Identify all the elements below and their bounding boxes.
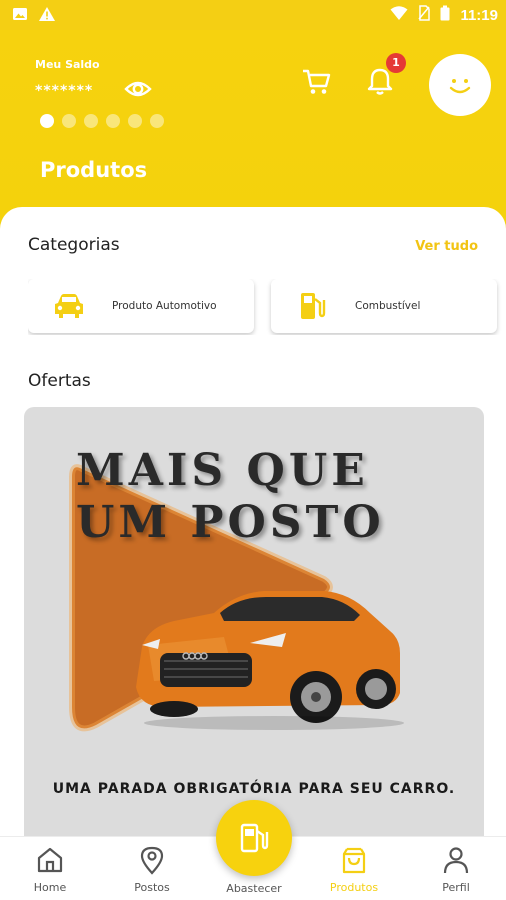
location-pin-icon (140, 846, 164, 875)
car-icon (52, 293, 86, 319)
banner-caption: UMA PARADA OBRIGATÓRIA PARA SEU CARRO. (52, 781, 456, 797)
carousel-dot[interactable] (84, 114, 98, 128)
fuel-pump-icon (295, 291, 329, 321)
status-bar: 11:19 (0, 0, 506, 30)
category-card-fuel[interactable]: Combustível (271, 279, 497, 333)
person-icon (443, 847, 469, 874)
fuel-pump-icon (240, 823, 269, 853)
balance-carousel-indicator[interactable] (40, 114, 164, 128)
balance-value: ******* (35, 83, 94, 99)
shopping-bag-icon (342, 847, 366, 874)
cart-icon[interactable] (302, 68, 332, 100)
eye-icon[interactable] (124, 77, 152, 105)
carousel-dot[interactable] (106, 114, 120, 128)
warning-icon (38, 6, 56, 26)
banner-headline: MAIS QUE UM POSTO (76, 445, 385, 549)
nav-label: Produtos (329, 881, 379, 894)
refuel-fab-button[interactable] (216, 800, 292, 876)
home-icon (37, 847, 63, 873)
category-card-automotive[interactable]: Produto Automotivo (28, 279, 254, 333)
nav-produtos[interactable]: Produtos (314, 845, 394, 894)
carousel-dot[interactable] (40, 114, 54, 128)
nav-label: Home (33, 881, 67, 894)
wifi-icon (390, 5, 408, 25)
nav-perfil[interactable]: Perfil (416, 845, 496, 894)
offers-title: Ofertas (28, 371, 91, 391)
carousel-dot[interactable] (150, 114, 164, 128)
offer-banner[interactable]: MAIS QUE UM POSTO UMA PARADA OBRIGATÓRIA… (24, 407, 484, 847)
image-notification-icon (12, 6, 28, 26)
nav-home[interactable]: Home (10, 845, 90, 894)
header: Meu Saldo ******* 1 Produtos (0, 30, 506, 230)
banner-headline-line1: MAIS QUE (76, 445, 369, 496)
status-clock: 11:19 (460, 6, 498, 24)
avatar[interactable] (429, 54, 491, 116)
banner-headline-line2: UM POSTO (76, 497, 385, 548)
category-label: Produto Automotivo (112, 300, 217, 312)
balance-label: Meu Saldo (35, 58, 100, 71)
categories-list[interactable]: Produto Automotivo Combustível (28, 279, 506, 335)
nav-label: Perfil (442, 881, 470, 894)
main-content: Categorias Ver tudo Produto Automotivo C… (0, 207, 506, 900)
smiley-icon (449, 79, 471, 94)
refuel-label: Abastecer (226, 882, 282, 895)
nav-label: Postos (134, 881, 170, 894)
notification-badge: 1 (386, 53, 406, 73)
see-all-link[interactable]: Ver tudo (415, 239, 478, 254)
no-sim-icon (418, 5, 431, 25)
page-title: Produtos (40, 158, 148, 182)
nav-postos[interactable]: Postos (112, 845, 192, 894)
carousel-dot[interactable] (62, 114, 76, 128)
carousel-dot[interactable] (128, 114, 142, 128)
category-label: Combustível (355, 300, 421, 312)
battery-icon (440, 5, 450, 25)
categories-title: Categorias (28, 235, 120, 255)
